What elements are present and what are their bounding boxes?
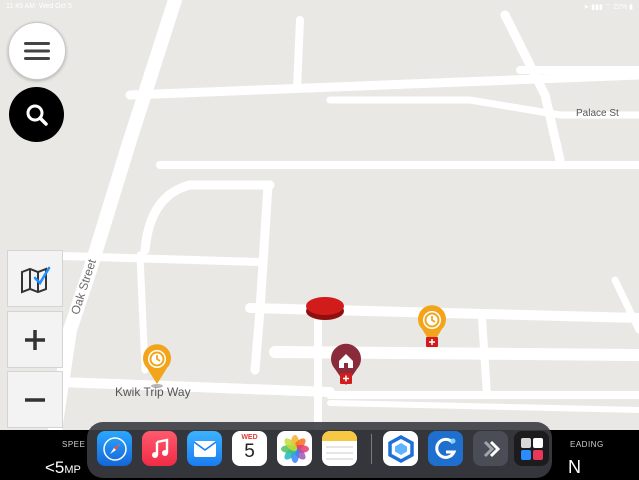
speed-unit: MP [64,464,81,476]
app-library-icon[interactable] [514,431,549,466]
calendar-day: WED [241,434,258,441]
status-battery: ➤ ▮▮▮ ⌔ 22% ▮ [583,4,633,11]
hexagon-app-icon[interactable] [383,431,418,466]
calendar-app-icon[interactable]: WED 5 [232,431,267,466]
mail-app-icon[interactable] [187,431,222,466]
app-dock: WED 5 [87,422,552,478]
calendar-date: 5 [244,441,255,462]
search-icon [26,104,48,126]
zoom-out-button[interactable] [7,371,63,428]
status-bar: 11:49 AM Wed Oct 5 ➤ ▮▮▮ ⌔ 22% ▮ [0,0,639,14]
dock-divider [371,434,372,464]
photos-app-icon[interactable] [277,431,312,466]
heading-label: EADING [570,440,604,449]
speed-value: <5 [45,458,65,477]
notes-app-icon[interactable] [322,431,357,466]
hamburger-icon [24,42,50,60]
blue-g-app-icon[interactable] [428,431,463,466]
street-label-palace: Palace St [576,108,619,119]
arrow-app-icon[interactable] [473,431,508,466]
heading-value: N [568,457,581,477]
plus-icon [25,329,45,350]
street-label-kwik-trip: Kwik Trip Way [115,385,191,399]
status-time: 11:49 AM Wed Oct 5 [6,3,72,10]
menu-button[interactable] [8,22,66,80]
minus-icon [25,397,45,402]
speed-readout: <5MP [45,458,81,478]
map-layers-icon [21,266,51,293]
music-app-icon[interactable] [142,431,177,466]
zoom-in-button[interactable] [7,311,63,368]
map-layers-button[interactable] [7,250,63,307]
speed-label: SPEE [62,440,86,449]
safari-app-icon[interactable] [97,431,132,466]
current-location-marker [306,297,344,320]
search-button[interactable] [9,87,64,142]
map-canvas[interactable] [0,0,639,480]
